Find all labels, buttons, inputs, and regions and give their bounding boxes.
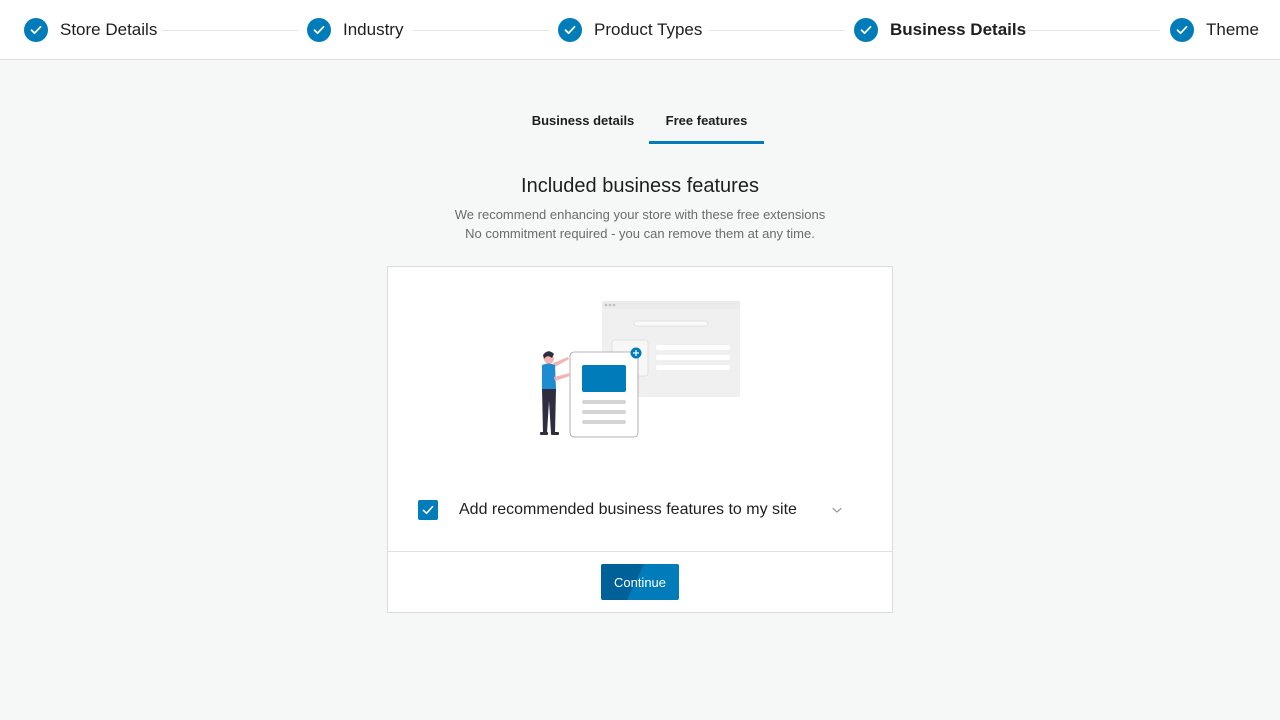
step-store-details[interactable]: Store Details	[24, 17, 157, 43]
step-connector	[162, 30, 298, 31]
recommended-features-checkbox[interactable]	[418, 500, 438, 520]
step-industry[interactable]: Industry	[307, 17, 403, 43]
check-icon	[307, 18, 331, 42]
continue-button[interactable]: Continue	[601, 564, 679, 600]
step-connector	[1024, 30, 1160, 31]
business-features-card: Add recommended business features to my …	[387, 266, 893, 613]
step-label: Product Types	[594, 20, 703, 39]
check-icon	[854, 18, 878, 42]
step-label: Business Details	[890, 20, 1027, 39]
check-icon	[24, 18, 48, 42]
step-connector	[413, 30, 549, 31]
step-business-details[interactable]: Business Details	[854, 17, 1026, 43]
setup-stepper: Store Details Industry Product Types Bus…	[0, 0, 1280, 60]
page-description-line-1: We recommend enhancing your store with t…	[454, 207, 826, 222]
page-description-line-2: No commitment required - you can remove …	[465, 226, 815, 241]
card-divider	[388, 551, 892, 552]
step-theme[interactable]: Theme	[1170, 17, 1259, 43]
tab-business-details[interactable]: Business details	[520, 100, 646, 144]
step-label: Store Details	[60, 20, 158, 39]
step-label: Industry	[343, 20, 404, 39]
recommended-features-label: Add recommended business features to my …	[459, 501, 797, 518]
page-title: Included business features	[521, 175, 759, 197]
check-icon	[1170, 18, 1194, 42]
tab-free-features[interactable]: Free features	[649, 100, 764, 144]
features-illustration	[540, 301, 740, 438]
chevron-down-icon[interactable]	[831, 504, 843, 516]
step-connector	[709, 30, 845, 31]
step-product-types[interactable]: Product Types	[558, 17, 702, 43]
check-icon	[558, 18, 582, 42]
step-label: Theme	[1206, 20, 1259, 39]
tab-bar: Business details Free features	[0, 100, 1280, 144]
check-icon	[422, 505, 434, 515]
recommended-features-option[interactable]: Add recommended business features to my …	[418, 499, 858, 521]
